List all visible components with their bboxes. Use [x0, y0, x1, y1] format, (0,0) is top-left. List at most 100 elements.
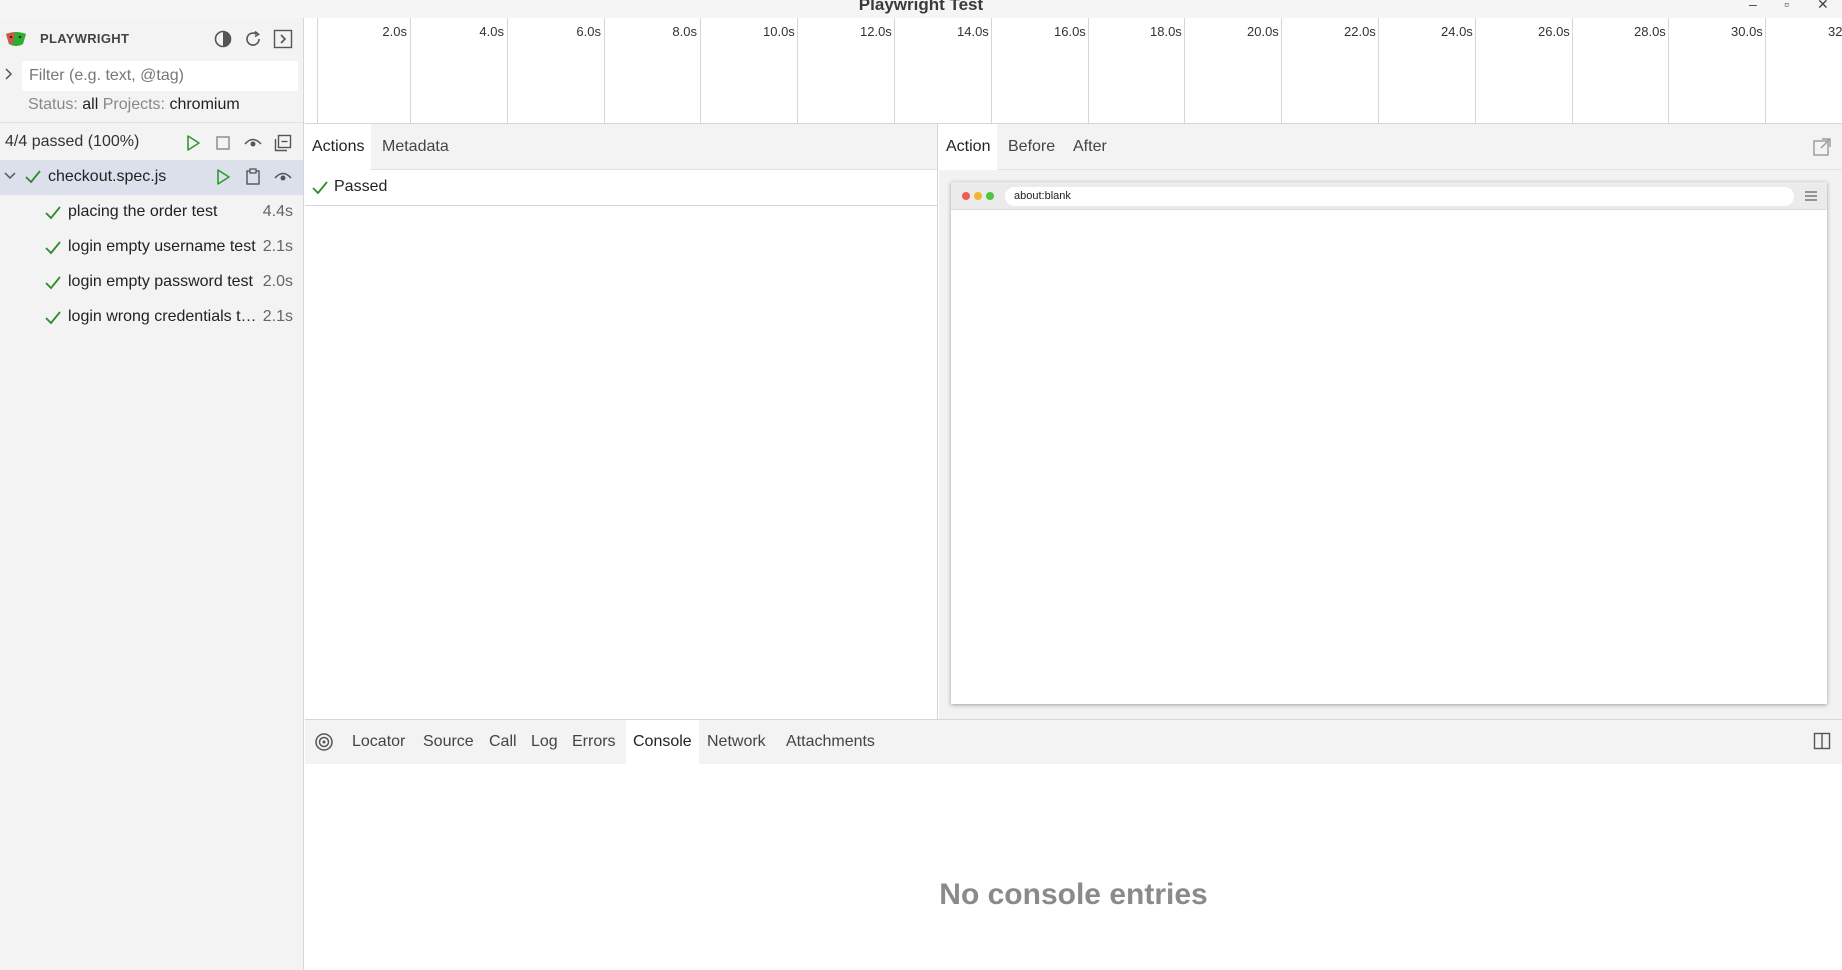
test-duration: 2.1s: [262, 308, 293, 325]
timeline-tick: [604, 18, 605, 123]
stop-icon[interactable]: [212, 132, 234, 154]
tab-log[interactable]: Log: [524, 720, 565, 764]
action-label: Passed: [334, 178, 388, 195]
browser-toolbar: about:blank: [951, 182, 1827, 210]
minimize-button[interactable]: –: [1749, 0, 1757, 12]
timeline-tick-label: 8.0s: [672, 24, 697, 39]
timeline-tick: [1184, 18, 1185, 123]
window-title: Playwright Test: [858, 0, 984, 14]
timeline-tick-label: 10.0s: [763, 24, 795, 39]
test-summary-toolbar: 4/4 passed (100%): [0, 126, 303, 160]
close-dot-icon: [962, 192, 970, 200]
maximize-button[interactable]: ▫: [1784, 0, 1789, 12]
hamburger-menu-icon: [1804, 189, 1818, 207]
passed-check-icon: [44, 205, 62, 226]
test-duration: 2.0s: [262, 273, 293, 290]
timeline-tick-label: 12.0s: [860, 24, 892, 39]
timeline-tick-label: 32.0s: [1828, 24, 1842, 39]
timeline-tick-label: 26.0s: [1538, 24, 1570, 39]
filter-input[interactable]: [22, 61, 298, 91]
test-duration: 4.4s: [262, 203, 293, 220]
test-row[interactable]: login empty password test 2.0s: [0, 265, 303, 300]
playwright-logo-icon: [6, 32, 26, 46]
tab-before[interactable]: Before: [1001, 124, 1062, 170]
snapshot-browser[interactable]: about:blank: [951, 182, 1827, 704]
timeline-tick-label: 18.0s: [1150, 24, 1182, 39]
timeline-tick: [507, 18, 508, 123]
divider: [0, 122, 303, 123]
timeline-tick-label: 22.0s: [1344, 24, 1376, 39]
actions-panel: Actions Metadata Passed: [305, 124, 938, 719]
tab-after[interactable]: After: [1066, 124, 1114, 170]
chevron-down-icon[interactable]: [3, 169, 17, 188]
tab-locator[interactable]: Locator: [345, 720, 412, 764]
test-name: login wrong credentials test: [68, 308, 258, 325]
test-file-name: checkout.spec.js: [48, 168, 167, 185]
test-name: placing the order test: [68, 203, 218, 220]
empty-console-message: No console entries: [939, 878, 1208, 911]
maximize-dot-icon: [986, 192, 994, 200]
toggle-layout-icon[interactable]: [1813, 732, 1831, 755]
projects-label: Projects:: [102, 96, 165, 113]
passed-check-icon: [44, 240, 62, 261]
actions-tabbar: Actions Metadata: [305, 124, 937, 170]
passed-check-icon: [24, 169, 42, 190]
reload-icon[interactable]: [242, 28, 264, 50]
timeline-tick: [700, 18, 701, 123]
tab-metadata[interactable]: Metadata: [375, 124, 456, 170]
timeline-tick-label: 6.0s: [576, 24, 601, 39]
test-row[interactable]: placing the order test 4.4s: [0, 195, 303, 230]
passed-check-icon: [44, 310, 62, 331]
chevron-right-icon[interactable]: [4, 67, 14, 84]
tab-network[interactable]: Network: [700, 720, 773, 764]
timeline-tick: [1088, 18, 1089, 123]
watch-file-icon[interactable]: [272, 166, 294, 188]
tab-attachments[interactable]: Attachments: [779, 720, 882, 764]
tab-action[interactable]: Action: [939, 124, 998, 170]
test-name: login empty password test: [68, 273, 253, 290]
sidebar-header: PLAYWRIGHT: [0, 18, 303, 60]
timeline-tick: [1281, 18, 1282, 123]
timeline-tick-label: 20.0s: [1247, 24, 1279, 39]
test-row[interactable]: login empty username test 2.1s: [0, 230, 303, 265]
test-name: login empty username test: [68, 238, 256, 255]
timeline-tick-label: 24.0s: [1441, 24, 1473, 39]
action-item[interactable]: Passed: [305, 170, 937, 206]
pick-locator-icon[interactable]: [314, 732, 334, 757]
timeline-tick: [894, 18, 895, 123]
open-snapshot-external-icon[interactable]: [1812, 137, 1832, 162]
passed-check-icon: [44, 275, 62, 296]
collapse-all-icon[interactable]: [272, 132, 294, 154]
tab-errors[interactable]: Errors: [565, 720, 623, 764]
timeline-tick: [410, 18, 411, 123]
status-filter-summary[interactable]: Status: all Projects: chromium: [28, 96, 240, 114]
timeline-tick-label: 2.0s: [382, 24, 407, 39]
timeline-start-line: [317, 18, 318, 123]
collapse-sidebar-icon[interactable]: [272, 28, 294, 50]
timeline[interactable]: 2.0s 4.0s 6.0s 8.0s 10.0s 12.0s 14.0s 16.0s 18.0…: [305, 18, 1842, 124]
theme-toggle-icon[interactable]: [212, 28, 234, 50]
timeline-tick: [1668, 18, 1669, 123]
status-label: Status:: [28, 96, 78, 113]
pass-summary: 4/4 passed (100%): [5, 133, 140, 150]
test-file-row[interactable]: checkout.spec.js: [0, 160, 303, 195]
run-file-icon[interactable]: [212, 166, 234, 188]
watch-all-icon[interactable]: [242, 132, 264, 154]
open-source-file-icon[interactable]: [242, 166, 264, 188]
bottom-panel: Locator Source Call Log Errors Console N…: [305, 719, 1842, 970]
minimize-dot-icon: [974, 192, 982, 200]
test-duration: 2.1s: [262, 238, 293, 255]
snapshot-panel: Action Before After about:blank: [939, 124, 1842, 719]
tab-source[interactable]: Source: [416, 720, 481, 764]
tab-actions[interactable]: Actions: [305, 124, 372, 170]
timeline-tick-label: 4.0s: [479, 24, 504, 39]
passed-check-icon: [311, 180, 329, 201]
close-window-button[interactable]: ✕: [1817, 0, 1829, 13]
test-row[interactable]: login wrong credentials test 2.1s: [0, 300, 303, 335]
timeline-tick-label: 16.0s: [1054, 24, 1086, 39]
tab-call[interactable]: Call: [482, 720, 524, 764]
timeline-tick: [1475, 18, 1476, 123]
run-all-icon[interactable]: [182, 132, 204, 154]
tab-console[interactable]: Console: [626, 720, 699, 764]
timeline-tick-label: 30.0s: [1731, 24, 1763, 39]
